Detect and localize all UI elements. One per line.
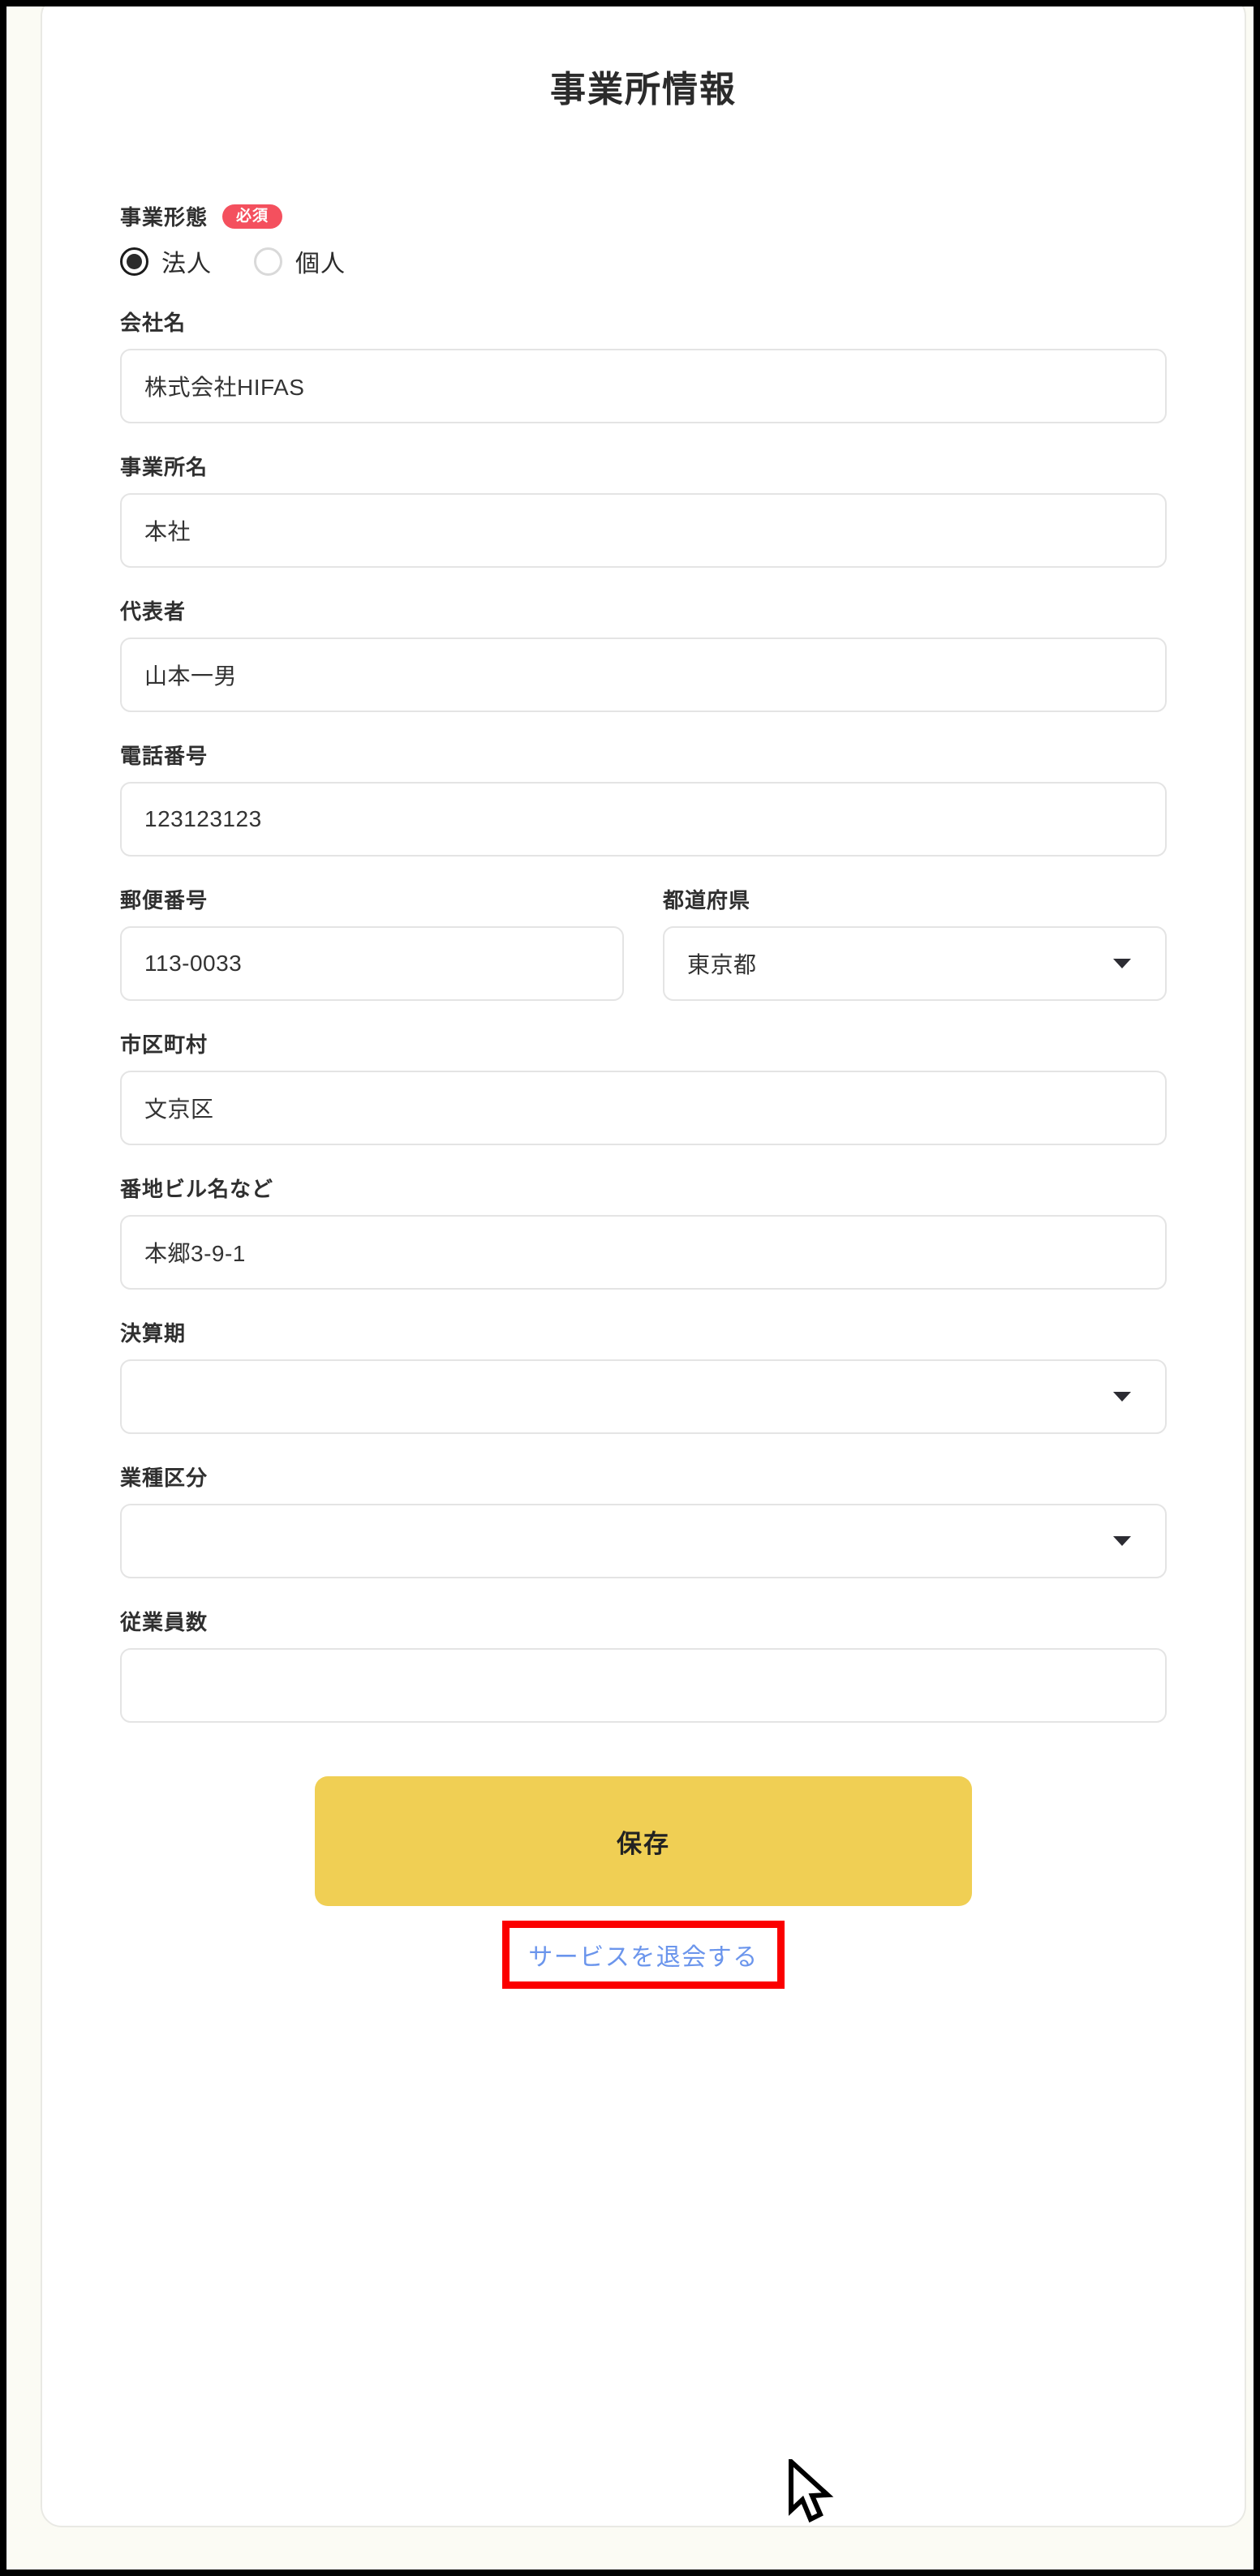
field-fiscal-period: 決算期 xyxy=(120,1317,1167,1434)
field-phone: 電話番号 123123123 xyxy=(120,740,1167,857)
field-company-name: 会社名 株式会社HIFAS xyxy=(120,307,1167,423)
form-actions: 保存 サービスを退会する xyxy=(120,1776,1167,1989)
field-employee-count: 従業員数 xyxy=(120,1606,1167,1723)
radio-option-individual[interactable]: 個人 xyxy=(254,243,346,279)
street-address-value: 本郷3-9-1 xyxy=(144,1241,246,1266)
business-info-card: 事業所情報 事業形態 必須 法人 個人 会社名 株式会社HIFAS 事業所名 本… xyxy=(41,6,1246,2527)
withdraw-link-wrap: サービスを退会する xyxy=(502,1921,785,1989)
business-info-form: 事業形態 必須 法人 個人 会社名 株式会社HIFAS 事業所名 本社 代表者 … xyxy=(120,112,1167,1989)
company-name-label-row: 会社名 xyxy=(120,307,1167,337)
field-prefecture: 都道府県 東京都 xyxy=(663,884,1167,1001)
phone-input[interactable]: 123123123 xyxy=(120,782,1167,857)
prefecture-label: 都道府県 xyxy=(663,888,751,912)
field-postal-code: 郵便番号 113-0033 xyxy=(120,884,624,1001)
radio-icon-unselected xyxy=(254,247,282,276)
postal-code-label-row: 郵便番号 xyxy=(120,884,624,914)
prefecture-label-row: 都道府県 xyxy=(663,884,1167,914)
field-street-address: 番地ビル名など 本郷3-9-1 xyxy=(120,1173,1167,1290)
radio-label-individual: 個人 xyxy=(295,251,346,277)
representative-label: 代表者 xyxy=(120,599,187,624)
prefecture-value: 東京都 xyxy=(687,952,757,977)
prefecture-select[interactable]: 東京都 xyxy=(663,926,1167,1001)
fiscal-period-label-row: 決算期 xyxy=(120,1317,1167,1347)
office-name-value: 本社 xyxy=(144,519,191,544)
chevron-down-icon xyxy=(1113,959,1131,968)
postal-code-value: 113-0033 xyxy=(144,951,243,976)
office-name-label: 事業所名 xyxy=(120,455,209,479)
business-type-label: 事業形態 xyxy=(120,205,209,230)
street-address-label-row: 番地ビル名など xyxy=(120,1173,1167,1203)
business-type-label-row: 事業形態 必須 xyxy=(120,201,1167,231)
phone-value: 123123123 xyxy=(144,806,262,831)
radio-icon-selected xyxy=(120,247,148,276)
field-representative: 代表者 山本一男 xyxy=(120,595,1167,712)
fiscal-period-label: 決算期 xyxy=(120,1321,187,1346)
company-name-value: 株式会社HIFAS xyxy=(144,375,305,400)
field-office-name: 事業所名 本社 xyxy=(120,451,1167,568)
withdraw-service-link[interactable]: サービスを退会する xyxy=(520,1934,767,1976)
city-label-row: 市区町村 xyxy=(120,1028,1167,1058)
fiscal-period-select[interactable] xyxy=(120,1359,1167,1434)
city-label: 市区町村 xyxy=(120,1033,209,1057)
radio-option-corporation[interactable]: 法人 xyxy=(120,243,212,279)
employee-count-label: 従業員数 xyxy=(120,1610,209,1634)
representative-label-row: 代表者 xyxy=(120,595,1167,625)
postal-prefecture-row: 郵便番号 113-0033 都道府県 東京都 xyxy=(120,884,1167,1001)
city-input[interactable]: 文京区 xyxy=(120,1071,1167,1145)
street-address-label: 番地ビル名など xyxy=(120,1177,274,1201)
company-name-label: 会社名 xyxy=(120,311,187,335)
representative-input[interactable]: 山本一男 xyxy=(120,638,1167,712)
save-button[interactable]: 保存 xyxy=(315,1776,972,1906)
chevron-down-icon xyxy=(1113,1392,1131,1402)
radio-label-corporation: 法人 xyxy=(161,251,212,277)
phone-label-row: 電話番号 xyxy=(120,740,1167,770)
required-badge: 必須 xyxy=(222,204,283,229)
phone-label: 電話番号 xyxy=(120,744,209,768)
field-city: 市区町村 文京区 xyxy=(120,1028,1167,1145)
representative-value: 山本一男 xyxy=(144,663,238,689)
field-business-type: 事業形態 必須 法人 個人 xyxy=(120,201,1167,279)
employee-count-input[interactable] xyxy=(120,1648,1167,1723)
business-type-radio-group: 法人 個人 xyxy=(120,243,1167,279)
industry-label-row: 業種区分 xyxy=(120,1462,1167,1492)
page-title: 事業所情報 xyxy=(550,70,737,109)
employee-count-label-row: 従業員数 xyxy=(120,1606,1167,1636)
chevron-down-icon xyxy=(1113,1536,1131,1546)
company-name-input[interactable]: 株式会社HIFAS xyxy=(120,349,1167,423)
street-address-input[interactable]: 本郷3-9-1 xyxy=(120,1215,1167,1290)
postal-code-label: 郵便番号 xyxy=(120,888,209,912)
field-industry: 業種区分 xyxy=(120,1462,1167,1578)
city-value: 文京区 xyxy=(144,1097,214,1122)
screenshot-frame: 事業所情報 事業形態 必須 法人 個人 会社名 株式会社HIFAS 事業所名 本… xyxy=(0,0,1260,2576)
industry-select[interactable] xyxy=(120,1504,1167,1578)
industry-label: 業種区分 xyxy=(120,1466,209,1490)
office-name-input[interactable]: 本社 xyxy=(120,493,1167,568)
page-backdrop: 事業所情報 事業形態 必須 法人 個人 会社名 株式会社HIFAS 事業所名 本… xyxy=(6,6,1254,2570)
office-name-label-row: 事業所名 xyxy=(120,451,1167,481)
postal-code-input[interactable]: 113-0033 xyxy=(120,926,624,1001)
